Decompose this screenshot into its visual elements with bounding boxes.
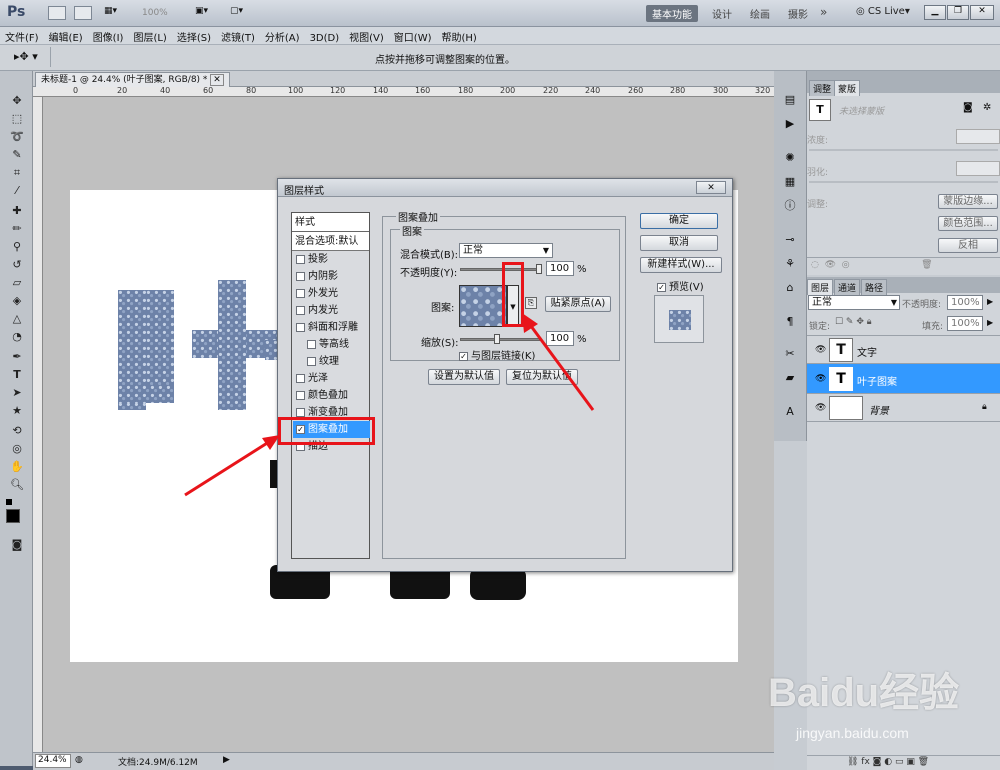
annotation-arrow-line: [184, 438, 273, 497]
annotation-arrow-line: [526, 321, 595, 411]
watermark-url: jingyan.baidu.com: [796, 725, 909, 741]
annotation-arrows: [184, 313, 595, 497]
watermark-brand: Baidu经验: [768, 671, 960, 715]
annotation-arrowhead: [262, 435, 280, 450]
